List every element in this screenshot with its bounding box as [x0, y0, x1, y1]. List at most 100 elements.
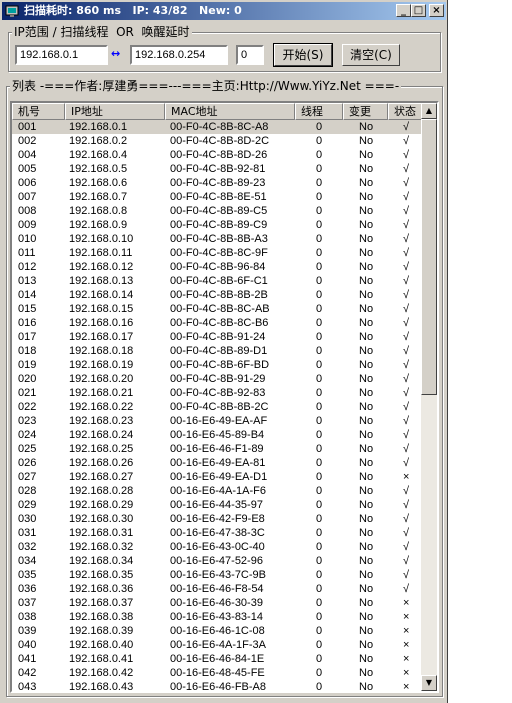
cell-ip: 192.168.0.23 — [69, 415, 134, 427]
cell-change: No — [359, 611, 374, 623]
scroll-thumb[interactable] — [421, 119, 437, 395]
cell-threads: 0 — [316, 121, 323, 133]
table-row[interactable]: 008 192.168.0.8 00-F0-4C-8B-89-C5 0 No √ — [12, 204, 423, 218]
clear-button[interactable]: 清空(C) — [342, 44, 400, 66]
table-row[interactable]: 004 192.168.0.4 00-F0-4C-8B-8D-26 0 No √ — [12, 148, 423, 162]
column-header-mac[interactable]: MAC地址 — [165, 103, 295, 120]
table-row[interactable]: 036 192.168.0.36 00-16-E6-46-F8-54 0 No √ — [12, 582, 423, 596]
table-row[interactable]: 021 192.168.0.21 00-F0-4C-8B-92-83 0 No √ — [12, 386, 423, 400]
cell-threads: 0 — [316, 499, 323, 511]
cell-mac: 00-16-E6-45-89-B4 — [170, 429, 265, 441]
title-bar[interactable]: 扫描耗时: 860 ms IP: 43/82 New: 0 — [2, 2, 446, 20]
threads-input[interactable]: 0 — [236, 45, 264, 65]
table-row[interactable]: 002 192.168.0.2 00-F0-4C-8B-8D-2C 0 No √ — [12, 134, 423, 148]
start-ip-input[interactable]: 192.168.0.1 — [15, 45, 108, 65]
cell-change: No — [359, 457, 374, 469]
column-header-id[interactable]: 机号 — [12, 103, 65, 120]
end-ip-input[interactable]: 192.168.0.254 — [130, 45, 228, 65]
table-row[interactable]: 005 192.168.0.5 00-F0-4C-8B-92-81 0 No √ — [12, 162, 423, 176]
minimize-button[interactable]: _ — [396, 4, 411, 17]
cell-ip: 192.168.0.43 — [69, 681, 134, 693]
column-header-status[interactable]: 状态 — [388, 103, 423, 120]
scroll-up-button[interactable]: ▲ — [421, 103, 437, 119]
cell-id: 032 — [18, 541, 37, 553]
table-row[interactable]: 030 192.168.0.30 00-16-E6-42-F9-E8 0 No √ — [12, 512, 423, 526]
table-row[interactable]: 039 192.168.0.39 00-16-E6-46-1C-08 0 No × — [12, 624, 423, 638]
table-row[interactable]: 020 192.168.0.20 00-F0-4C-8B-91-29 0 No √ — [12, 372, 423, 386]
table-row[interactable]: 009 192.168.0.9 00-F0-4C-8B-89-C9 0 No √ — [12, 218, 423, 232]
minimize-icon: _ — [401, 5, 406, 16]
cell-mac: 00-F0-4C-8B-8D-26 — [170, 149, 268, 161]
vertical-scrollbar[interactable]: ▲ ▼ — [421, 103, 437, 691]
cell-mac: 00-F0-4C-8B-6F-C1 — [170, 275, 268, 287]
scroll-down-button[interactable]: ▼ — [421, 675, 437, 691]
table-row[interactable]: 019 192.168.0.19 00-F0-4C-8B-6F-BD 0 No √ — [12, 358, 423, 372]
table-row[interactable]: 038 192.168.0.38 00-16-E6-43-83-14 0 No × — [12, 610, 423, 624]
cell-status: √ — [403, 121, 410, 133]
close-button[interactable]: × — [429, 4, 444, 17]
table-row[interactable]: 031 192.168.0.31 00-16-E6-47-38-3C 0 No √ — [12, 526, 423, 540]
column-header-threads[interactable]: 线程 — [295, 103, 343, 120]
column-header-ip[interactable]: IP地址 — [65, 103, 165, 120]
cell-id: 007 — [18, 191, 37, 203]
cell-status: √ — [403, 583, 410, 595]
table-row[interactable]: 013 192.168.0.13 00-F0-4C-8B-6F-C1 0 No √ — [12, 274, 423, 288]
table-row[interactable]: 023 192.168.0.23 00-16-E6-49-EA-AF 0 No √ — [12, 414, 423, 428]
cell-status: × — [403, 681, 410, 693]
table-row[interactable]: 010 192.168.0.10 00-F0-4C-8B-8B-A3 0 No √ — [12, 232, 423, 246]
table-row[interactable]: 017 192.168.0.17 00-F0-4C-8B-91-24 0 No √ — [12, 330, 423, 344]
cell-status: √ — [403, 359, 410, 371]
table-row[interactable]: 012 192.168.0.12 00-F0-4C-8B-96-84 0 No √ — [12, 260, 423, 274]
cell-mac: 00-F0-4C-8B-8C-A8 — [170, 121, 269, 133]
cell-mac: 00-16-E6-4A-1F-3A — [170, 639, 266, 651]
host-list[interactable]: 机号 IP地址 MAC地址 线程 变更 状态 001 192.168.0.1 00-… — [10, 101, 439, 693]
maximize-icon: □ — [413, 5, 424, 16]
table-row[interactable]: 015 192.168.0.15 00-F0-4C-8B-8C-AB 0 No √ — [12, 302, 423, 316]
table-row[interactable]: 011 192.168.0.11 00-F0-4C-8B-8C-9F 0 No √ — [12, 246, 423, 260]
cell-status: √ — [403, 345, 410, 357]
table-row[interactable]: 028 192.168.0.28 00-16-E6-4A-1A-F6 0 No √ — [12, 484, 423, 498]
cell-mac: 00-16-E6-49-EA-AF — [170, 415, 268, 427]
cell-status: √ — [403, 429, 410, 441]
table-row[interactable]: 026 192.168.0.26 00-16-E6-49-EA-81 0 No √ — [12, 456, 423, 470]
cell-ip: 192.168.0.12 — [69, 261, 134, 273]
table-row[interactable]: 007 192.168.0.7 00-F0-4C-8B-8E-51 0 No √ — [12, 190, 423, 204]
cell-status: √ — [403, 527, 410, 539]
table-row[interactable]: 014 192.168.0.14 00-F0-4C-8B-8B-2B 0 No √ — [12, 288, 423, 302]
table-row[interactable]: 037 192.168.0.37 00-16-E6-46-30-39 0 No × — [12, 596, 423, 610]
table-row[interactable]: 024 192.168.0.24 00-16-E6-45-89-B4 0 No √ — [12, 428, 423, 442]
cell-threads: 0 — [316, 513, 323, 525]
cell-id: 020 — [18, 373, 37, 385]
table-row[interactable]: 034 192.168.0.34 00-16-E6-47-52-96 0 No √ — [12, 554, 423, 568]
cell-threads: 0 — [316, 611, 323, 623]
table-row[interactable]: 001 192.168.0.1 00-F0-4C-8B-8C-A8 0 No √ — [12, 120, 423, 134]
cell-ip: 192.168.0.34 — [69, 555, 134, 567]
table-row[interactable]: 035 192.168.0.35 00-16-E6-43-7C-9B 0 No √ — [12, 568, 423, 582]
cell-threads: 0 — [316, 527, 323, 539]
cell-change: No — [359, 275, 374, 287]
table-row[interactable]: 025 192.168.0.25 00-16-E6-46-F1-89 0 No √ — [12, 442, 423, 456]
column-header-change[interactable]: 变更 — [343, 103, 388, 120]
cell-threads: 0 — [316, 583, 323, 595]
table-row[interactable]: 027 192.168.0.27 00-16-E6-49-EA-D1 0 No × — [12, 470, 423, 484]
table-row[interactable]: 018 192.168.0.18 00-F0-4C-8B-89-D1 0 No √ — [12, 344, 423, 358]
table-row[interactable]: 043 192.168.0.43 00-16-E6-46-FB-A8 0 No × — [12, 680, 423, 693]
table-row[interactable]: 029 192.168.0.29 00-16-E6-44-35-97 0 No √ — [12, 498, 423, 512]
cell-ip: 192.168.0.7 — [69, 191, 128, 203]
start-button[interactable]: 开始(S) — [273, 43, 333, 67]
table-row[interactable]: 041 192.168.0.41 00-16-E6-46-84-1E 0 No × — [12, 652, 423, 666]
cell-ip: 192.168.0.8 — [69, 205, 128, 217]
table-row[interactable]: 032 192.168.0.32 00-16-E6-43-0C-40 0 No √ — [12, 540, 423, 554]
table-row[interactable]: 006 192.168.0.6 00-F0-4C-8B-89-23 0 No √ — [12, 176, 423, 190]
table-row[interactable]: 040 192.168.0.40 00-16-E6-4A-1F-3A 0 No × — [12, 638, 423, 652]
cell-mac: 00-16-E6-43-7C-9B — [170, 569, 266, 581]
cell-threads: 0 — [316, 177, 323, 189]
table-row[interactable]: 042 192.168.0.42 00-16-E6-48-45-FE 0 No × — [12, 666, 423, 680]
cell-threads: 0 — [316, 681, 323, 693]
cell-mac: 00-F0-4C-8B-8B-2B — [170, 289, 268, 301]
cell-status: √ — [403, 513, 410, 525]
table-row[interactable]: 016 192.168.0.16 00-F0-4C-8B-8C-B6 0 No √ — [12, 316, 423, 330]
cell-change: No — [359, 527, 374, 539]
table-row[interactable]: 022 192.168.0.22 00-F0-4C-8B-8B-2C 0 No √ — [12, 400, 423, 414]
maximize-button[interactable]: □ — [411, 4, 426, 17]
